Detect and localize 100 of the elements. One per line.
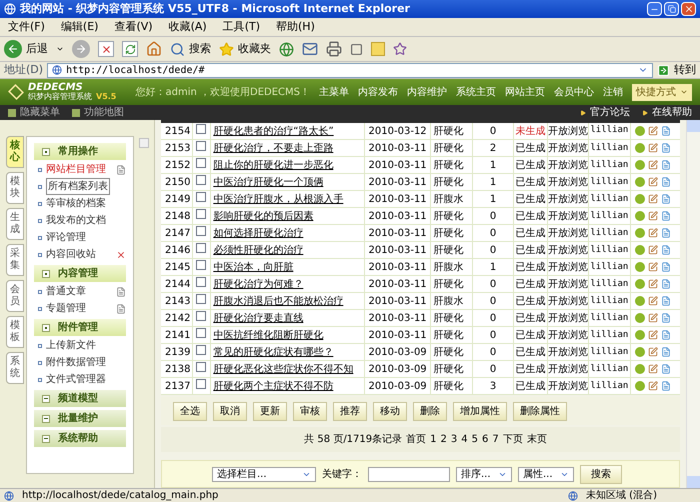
menu-link[interactable]: 文件式管理器 <box>46 372 106 387</box>
preview-icon[interactable] <box>634 126 645 136</box>
subbar-link[interactable]: 功能地图 <box>72 105 124 120</box>
preview-icon[interactable] <box>634 279 645 290</box>
nav-link[interactable]: 主菜单 <box>319 84 349 100</box>
checkbox[interactable] <box>196 158 206 168</box>
favorites-button[interactable]: 收藏夹 <box>219 40 271 58</box>
document-icon[interactable] <box>660 126 671 136</box>
scrollbar[interactable] <box>686 120 700 488</box>
page-link[interactable]: 3 <box>450 432 458 448</box>
checkbox[interactable] <box>196 124 206 134</box>
subbar-link[interactable]: 官方论坛 <box>580 105 630 120</box>
menu-item[interactable]: 帮助(H) <box>276 18 315 36</box>
menu-link[interactable]: 所有档案列表 <box>46 178 110 195</box>
article-link[interactable]: 阻止你的肝硬化进一步恶化 <box>213 160 334 171</box>
document-icon[interactable] <box>660 177 671 188</box>
page-link[interactable]: 6 <box>482 432 488 448</box>
menu-group-header[interactable]: 内容管理 <box>34 265 126 282</box>
checkbox[interactable] <box>196 140 206 151</box>
nav-link[interactable]: 会员中心 <box>554 84 594 100</box>
preview-icon[interactable] <box>634 228 645 238</box>
action-button[interactable]: 全选 <box>173 402 207 421</box>
nav-link[interactable]: 系统主页 <box>456 84 496 100</box>
refresh-icon[interactable] <box>122 41 138 57</box>
side-tab[interactable]: 会员 <box>6 280 24 312</box>
preview-icon[interactable] <box>634 143 645 154</box>
checkbox[interactable] <box>196 242 206 253</box>
minimize-button[interactable] <box>647 2 662 16</box>
document-icon[interactable] <box>660 296 671 306</box>
mail-icon[interactable] <box>302 41 318 57</box>
checkbox[interactable] <box>196 174 206 185</box>
side-tab[interactable]: 系统 <box>6 352 24 384</box>
article-link[interactable]: 肝硬化治疗，不要走上歪路 <box>213 142 334 154</box>
side-tab[interactable]: 核心 <box>6 136 24 168</box>
document-icon[interactable] <box>660 262 671 272</box>
last-page-link[interactable]: 末页 <box>526 432 547 448</box>
page-link[interactable]: 2 <box>440 432 447 448</box>
action-button[interactable]: 删除属性 <box>513 402 567 421</box>
preview-icon[interactable] <box>634 211 645 222</box>
page-link[interactable]: 1 <box>430 432 437 448</box>
preview-icon[interactable] <box>634 330 645 340</box>
menu-link[interactable]: 网站栏目管理 <box>46 162 106 177</box>
subbar-link[interactable]: 隐藏菜单 <box>8 105 60 120</box>
menu-link[interactable]: 等审核的档案 <box>46 196 106 211</box>
order-select[interactable]: 排序... <box>456 466 512 482</box>
article-link[interactable]: 影响肝硬化的预后因素 <box>213 210 314 222</box>
menu-link[interactable]: 内容回收站 <box>46 247 96 262</box>
menu-group-header[interactable]: 系统帮助 <box>34 430 126 447</box>
preview-icon[interactable] <box>634 262 645 272</box>
attribute-select[interactable]: 属性... <box>518 466 574 482</box>
checkbox[interactable] <box>196 378 206 389</box>
search-button[interactable]: 搜索 <box>170 40 211 58</box>
article-link[interactable]: 肝硬化恶化这些症状你不得不知 <box>213 364 354 375</box>
page-link[interactable]: 5 <box>472 432 478 448</box>
menu-link[interactable]: 普通文章 <box>46 284 86 299</box>
document-icon[interactable] <box>660 279 671 290</box>
checkbox[interactable] <box>196 328 206 338</box>
nav-link[interactable]: 内容发布 <box>358 84 398 100</box>
checkbox[interactable] <box>196 310 206 321</box>
article-link[interactable]: 中医治本，向肝脏 <box>213 262 294 273</box>
menu-group-header[interactable]: 批量维护 <box>34 410 126 427</box>
checkbox[interactable] <box>196 208 206 219</box>
checkbox[interactable] <box>196 260 206 270</box>
side-tab[interactable]: 模块 <box>6 172 24 204</box>
forward-icon[interactable] <box>72 40 90 58</box>
menu-link[interactable]: 评论管理 <box>46 230 86 245</box>
article-link[interactable]: 中医抗纤维化阻断肝硬化 <box>213 330 324 341</box>
home-icon[interactable] <box>146 41 162 57</box>
search-button[interactable]: 搜索 <box>580 464 622 484</box>
page-link[interactable]: 7 <box>492 432 499 448</box>
action-button[interactable]: 取消 <box>213 402 247 421</box>
action-button[interactable]: 删除 <box>413 402 447 421</box>
document-icon[interactable] <box>660 381 671 392</box>
preview-icon[interactable] <box>634 347 645 358</box>
article-link[interactable]: 肝硬化患者的治疗“路太长” <box>213 126 334 137</box>
add-icon[interactable] <box>116 164 126 174</box>
dropdown-icon[interactable] <box>56 45 64 53</box>
menu-item[interactable]: 编辑(E) <box>60 18 98 36</box>
menu-item[interactable]: 工具(T) <box>222 18 260 36</box>
nav-link[interactable]: 注销 <box>603 84 623 100</box>
document-icon[interactable] <box>660 330 671 340</box>
preview-icon[interactable] <box>634 296 645 306</box>
menu-group-header[interactable]: 频道模型 <box>34 390 126 407</box>
document-icon[interactable] <box>660 245 671 256</box>
document-icon[interactable] <box>660 347 671 358</box>
subbar-link[interactable]: 在线帮助 <box>642 105 692 120</box>
delete-icon[interactable] <box>116 250 126 260</box>
preview-icon[interactable] <box>634 177 645 188</box>
print-icon[interactable] <box>326 41 342 57</box>
checkbox[interactable] <box>196 276 206 287</box>
preview-icon[interactable] <box>634 245 645 256</box>
nav-link[interactable]: 网站主页 <box>505 84 545 100</box>
side-tab[interactable]: 模板 <box>6 316 24 348</box>
document-icon[interactable] <box>660 364 671 374</box>
menu-item[interactable]: 查看(V) <box>114 18 153 36</box>
document-icon[interactable] <box>660 143 671 154</box>
keyword-field[interactable] <box>368 466 450 482</box>
menu-item[interactable]: 收藏(A) <box>168 18 207 36</box>
document-icon[interactable] <box>660 228 671 238</box>
menu-group-header[interactable]: 附件管理 <box>34 319 126 336</box>
